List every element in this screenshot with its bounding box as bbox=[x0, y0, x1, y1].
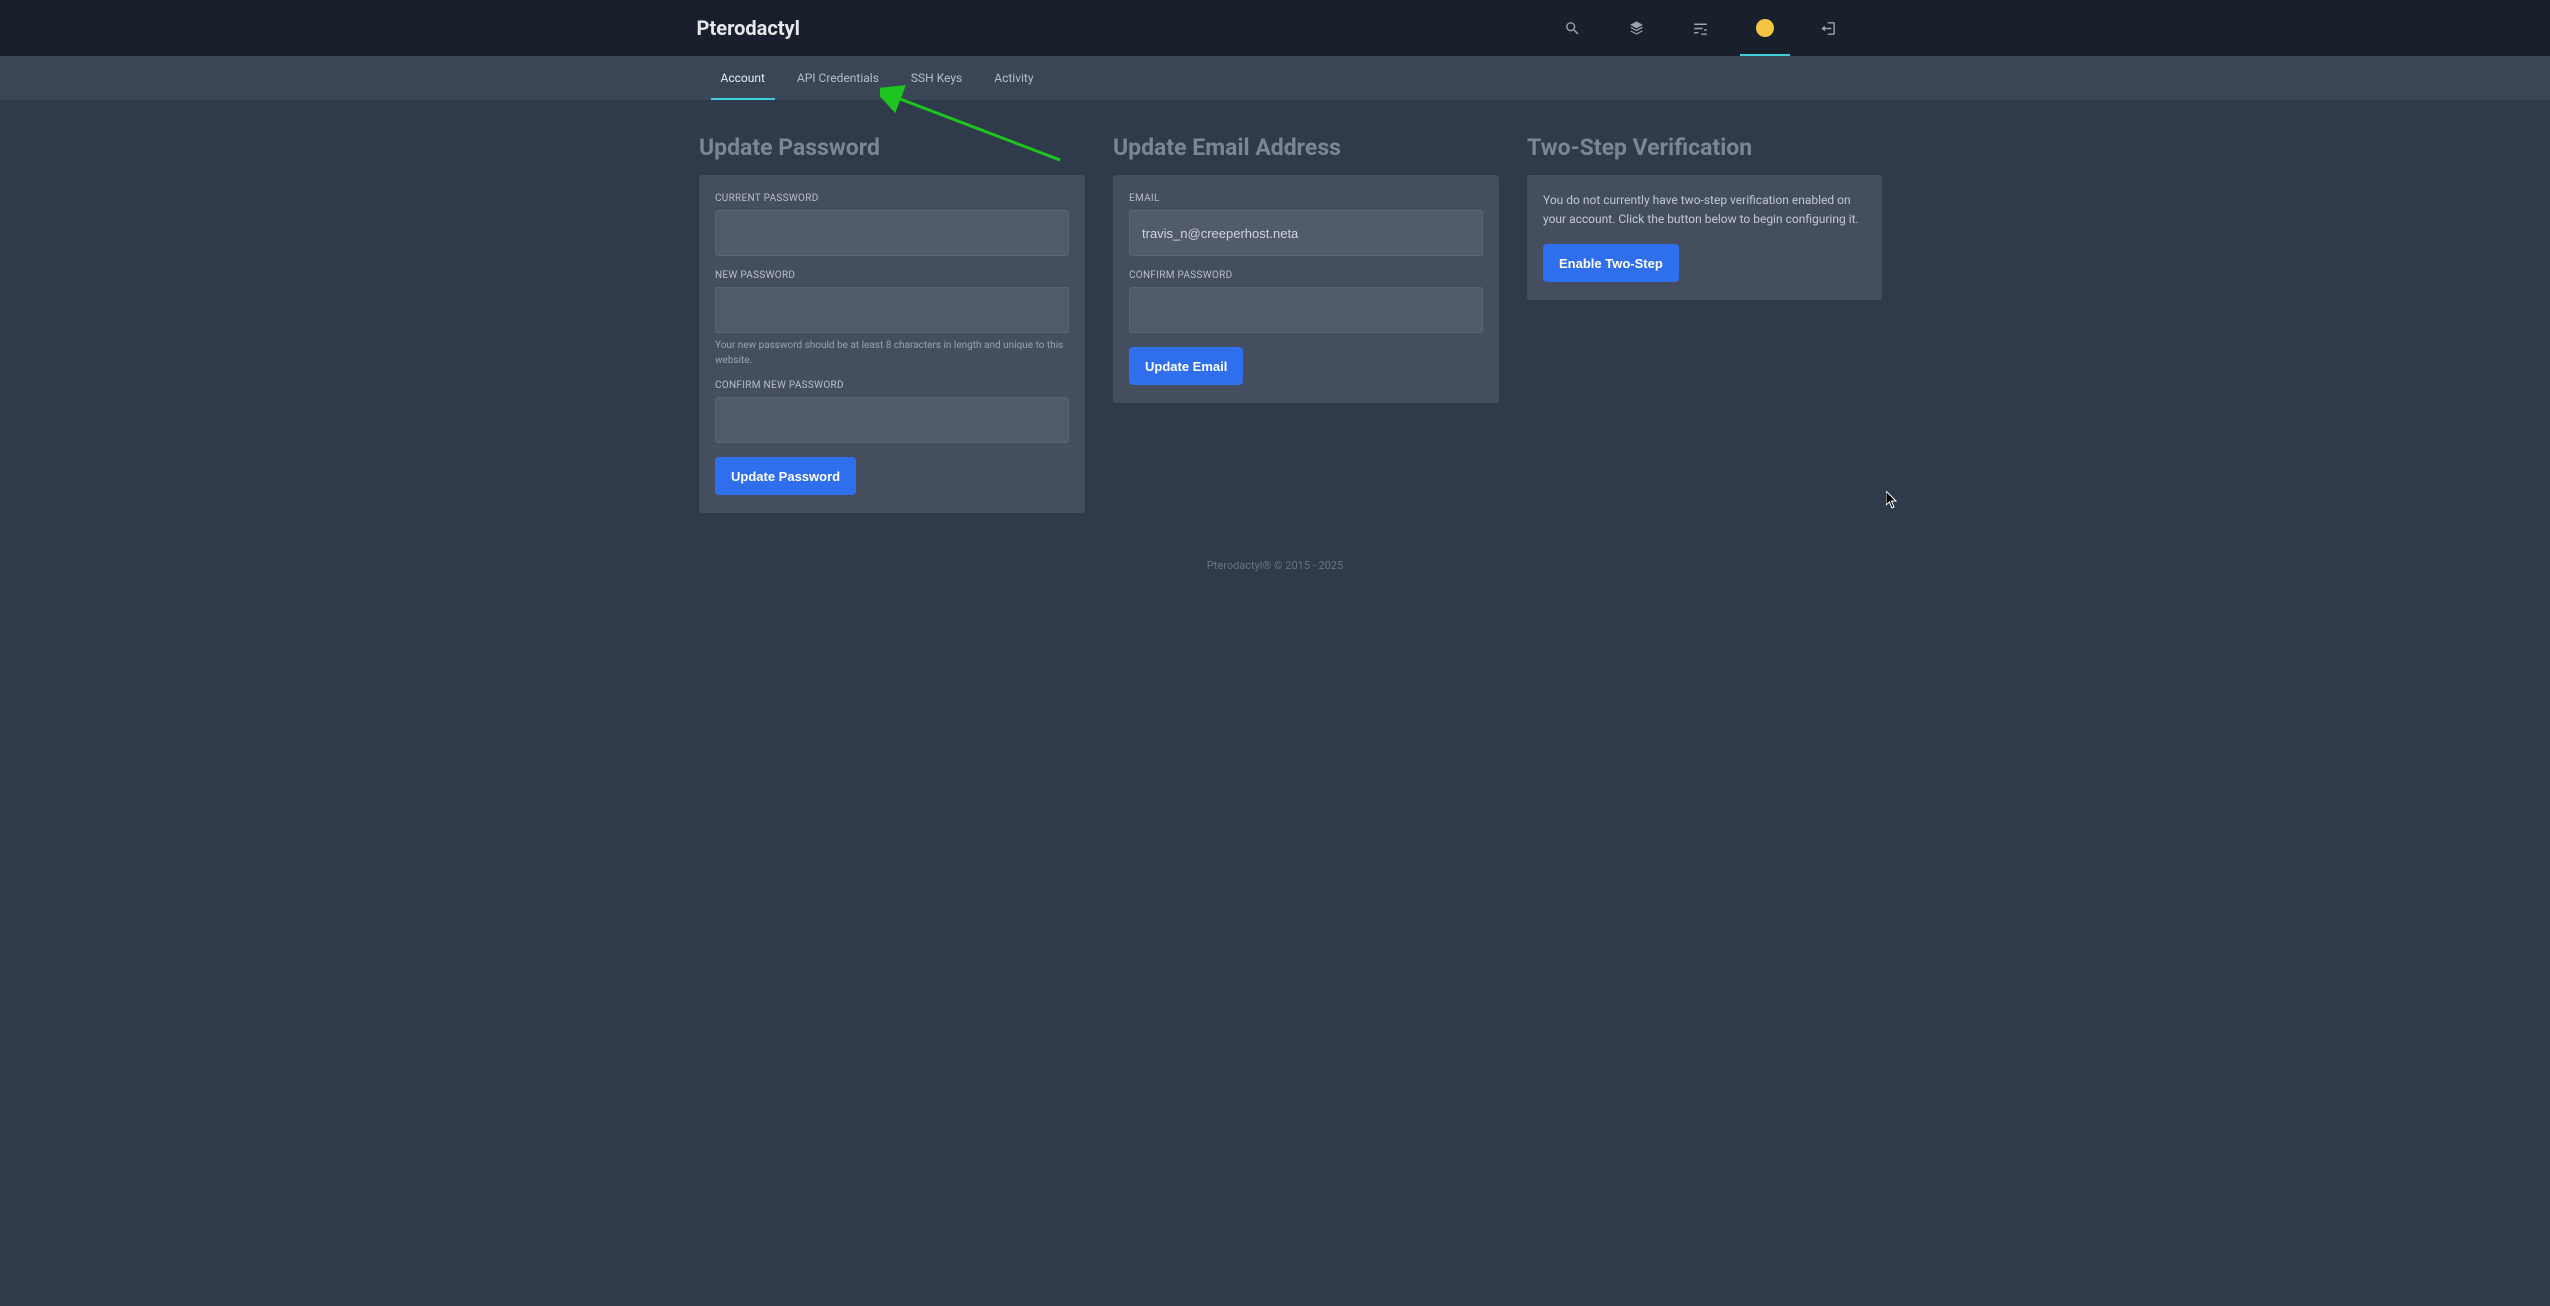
confirm-password-label: CONFIRM PASSWORD bbox=[1129, 270, 1483, 281]
new-password-label: NEW PASSWORD bbox=[715, 270, 1069, 281]
layers-icon[interactable] bbox=[1612, 0, 1662, 56]
current-password-label: CURRENT PASSWORD bbox=[715, 193, 1069, 204]
password-section: Update Password CURRENT PASSWORD NEW PAS… bbox=[699, 134, 1085, 513]
current-password-input[interactable] bbox=[715, 210, 1069, 256]
enable-two-step-button[interactable]: Enable Two-Step bbox=[1543, 244, 1679, 282]
email-label: EMAIL bbox=[1129, 193, 1483, 204]
new-password-hint: Your new password should be at least 8 c… bbox=[715, 339, 1069, 368]
email-card: EMAIL CONFIRM PASSWORD Update Email bbox=[1113, 175, 1499, 403]
twostep-section: Two-Step Verification You do not current… bbox=[1527, 134, 1882, 513]
password-card: CURRENT PASSWORD NEW PASSWORD Your new p… bbox=[699, 175, 1085, 513]
tab-ssh-keys[interactable]: SSH Keys bbox=[895, 56, 978, 100]
update-password-button[interactable]: Update Password bbox=[715, 457, 856, 495]
twostep-body: You do not currently have two-step verif… bbox=[1543, 191, 1866, 228]
twostep-card: You do not currently have two-step verif… bbox=[1527, 175, 1882, 300]
email-title: Update Email Address bbox=[1113, 134, 1499, 161]
subnav: Account API Credentials SSH Keys Activit… bbox=[0, 56, 2550, 100]
twostep-title: Two-Step Verification bbox=[1527, 134, 1882, 161]
avatar bbox=[1756, 19, 1774, 37]
tab-api-credentials[interactable]: API Credentials bbox=[781, 56, 895, 100]
footer-text: Pterodactyl® © 2015 - 2025 bbox=[699, 559, 1851, 572]
sliders-icon[interactable] bbox=[1676, 0, 1726, 56]
topbar: Pterodactyl bbox=[0, 0, 2550, 56]
confirm-password-input[interactable] bbox=[1129, 287, 1483, 333]
confirm-new-password-label: CONFIRM NEW PASSWORD bbox=[715, 380, 1069, 391]
update-email-button[interactable]: Update Email bbox=[1129, 347, 1243, 385]
brand-title[interactable]: Pterodactyl bbox=[697, 16, 800, 40]
tab-account[interactable]: Account bbox=[705, 56, 781, 100]
search-icon[interactable] bbox=[1548, 0, 1598, 56]
tab-activity[interactable]: Activity bbox=[978, 56, 1049, 100]
avatar-button[interactable] bbox=[1740, 0, 1790, 56]
mouse-cursor bbox=[1886, 491, 1900, 509]
new-password-input[interactable] bbox=[715, 287, 1069, 333]
confirm-new-password-input[interactable] bbox=[715, 397, 1069, 443]
logout-icon[interactable] bbox=[1804, 0, 1854, 56]
email-section: Update Email Address EMAIL CONFIRM PASSW… bbox=[1113, 134, 1499, 513]
password-title: Update Password bbox=[699, 134, 1085, 161]
email-input[interactable] bbox=[1129, 210, 1483, 256]
topbar-icons bbox=[1548, 0, 1854, 56]
page-content: Update Password CURRENT PASSWORD NEW PAS… bbox=[675, 100, 1875, 572]
